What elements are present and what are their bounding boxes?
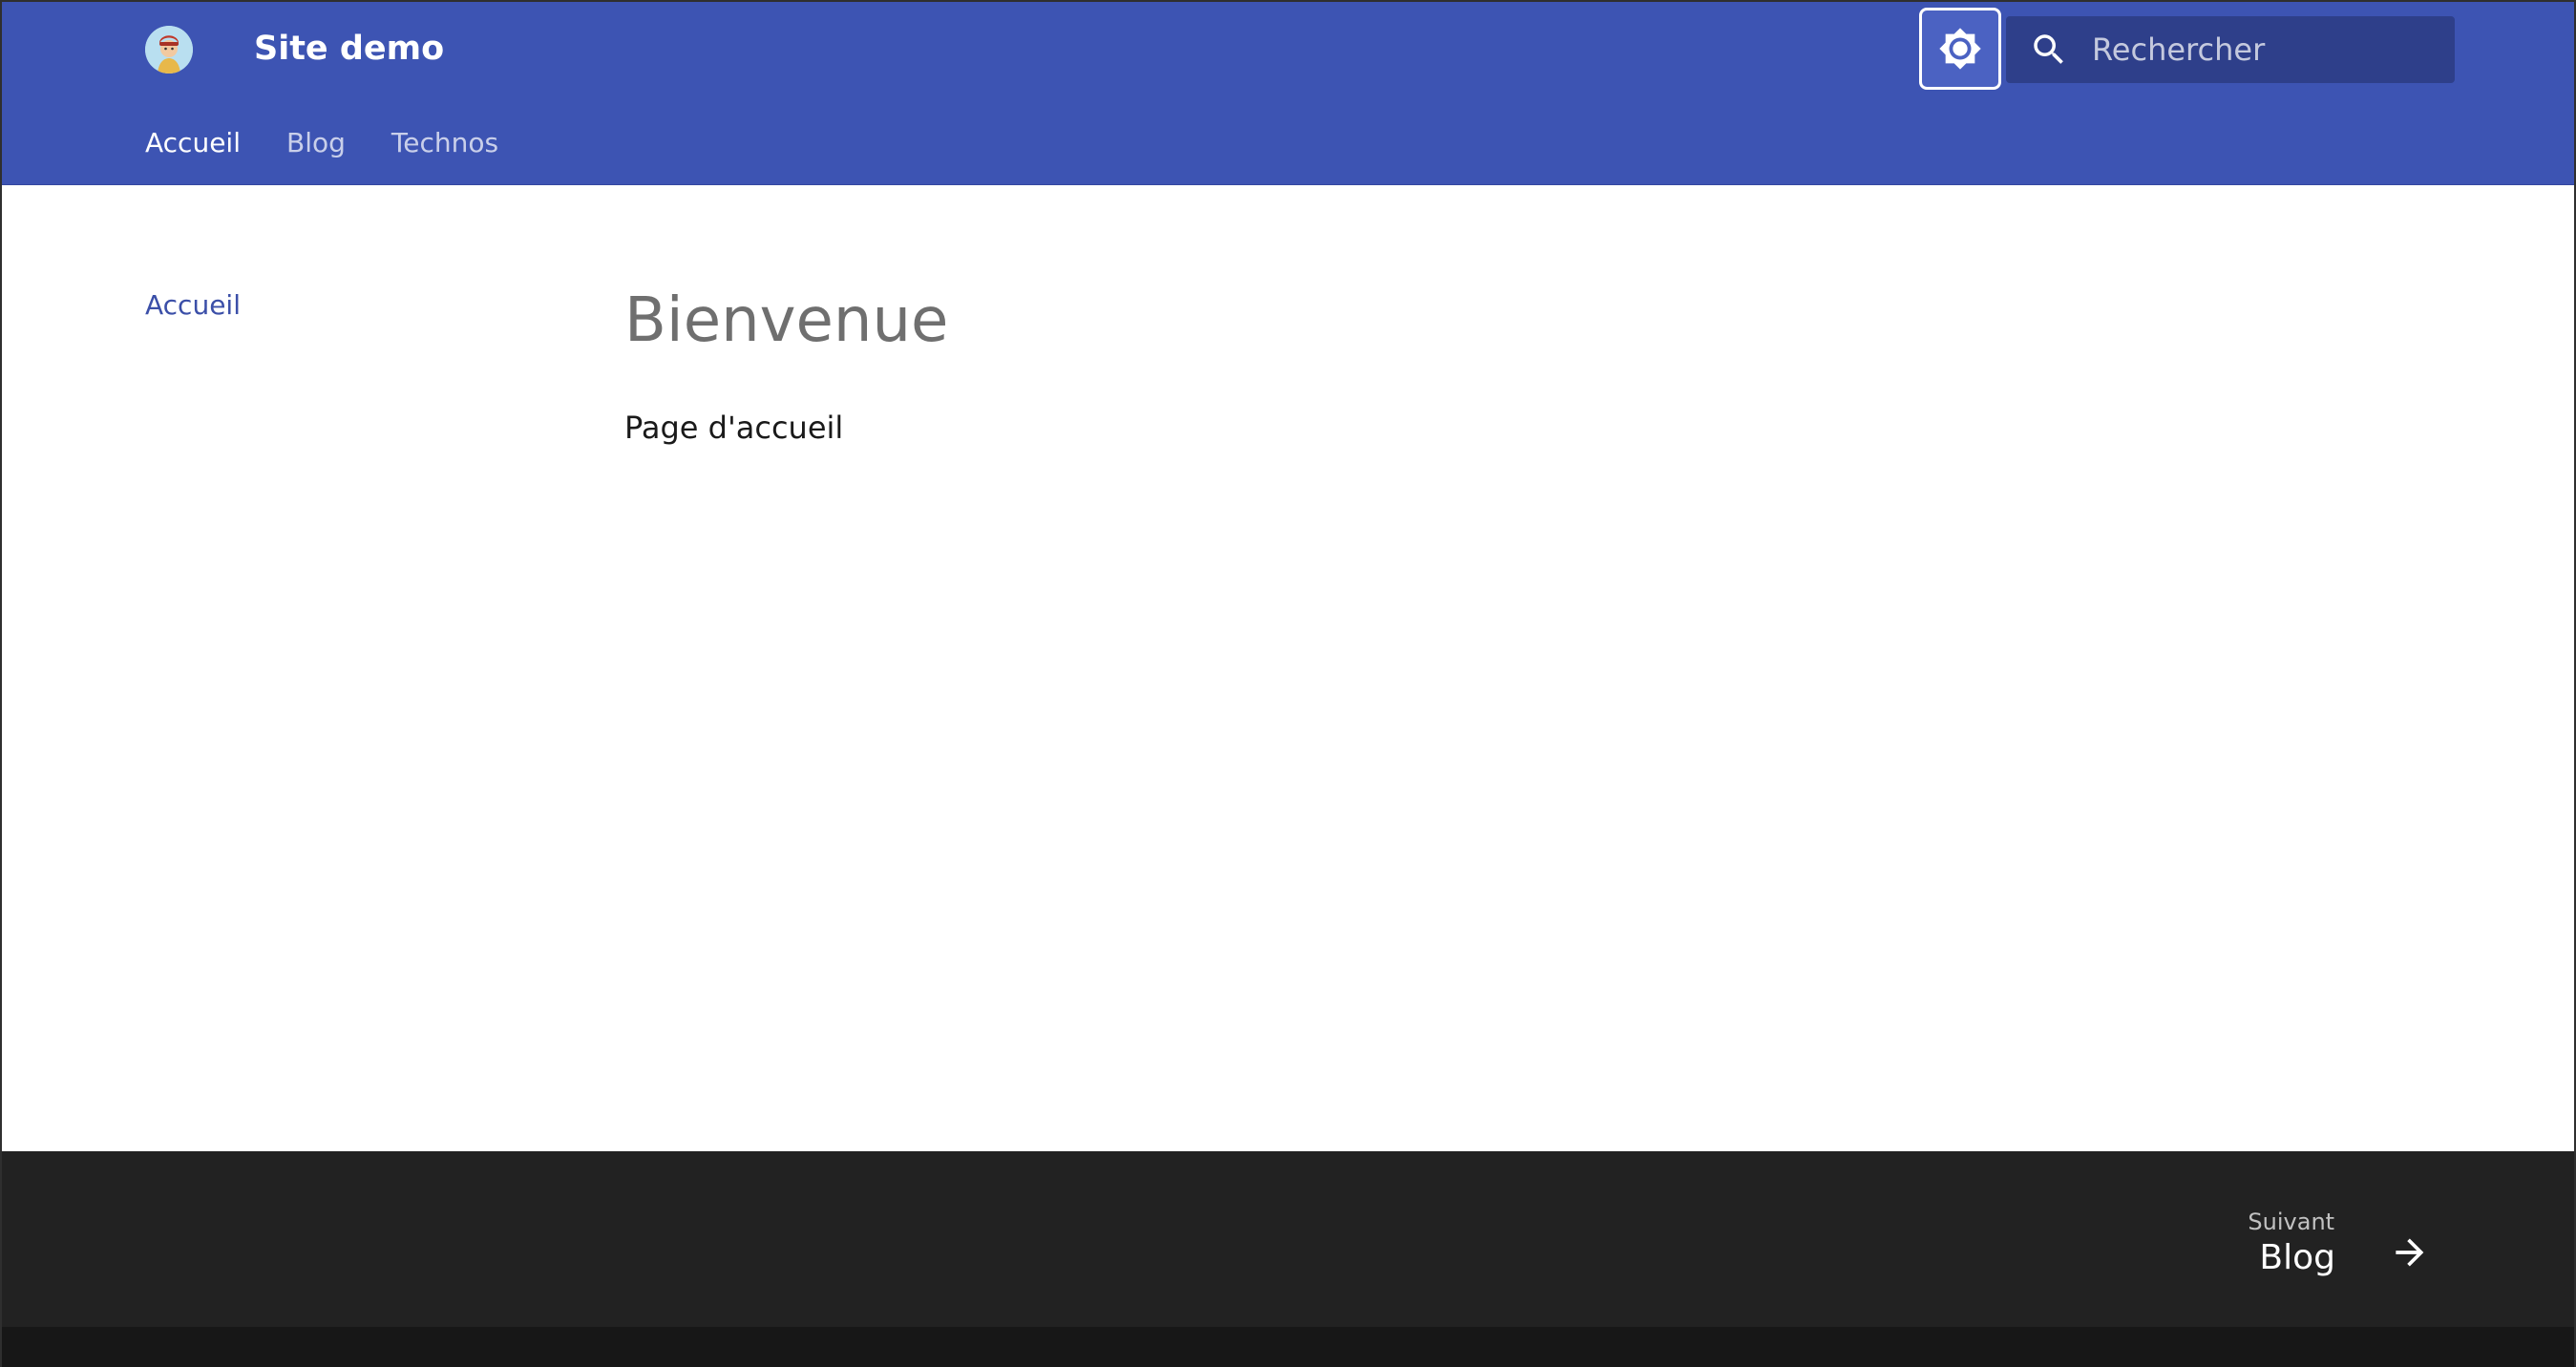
main-tabs: Accueil Blog Technos — [145, 124, 498, 162]
sidebar: Accueil — [145, 286, 241, 325]
next-title: Blog — [2259, 1238, 2335, 1277]
header: Site demo Accueil Blog Technos — [2, 0, 2574, 185]
next-page-text: Suivant Blog — [2248, 1207, 2335, 1279]
avatar-logo-icon — [145, 26, 193, 74]
sidebar-item-accueil[interactable]: Accueil — [145, 289, 241, 321]
main-content: Bienvenue Page d'accueil — [624, 283, 948, 449]
brightness-icon — [1939, 28, 1981, 70]
tab-technos[interactable]: Technos — [391, 124, 498, 162]
tab-blog[interactable]: Blog — [286, 124, 346, 162]
page-text: Page d'accueil — [624, 410, 844, 446]
tab-accueil[interactable]: Accueil — [145, 124, 241, 162]
site-logo[interactable] — [145, 26, 193, 74]
theme-toggle-button[interactable] — [1919, 8, 2001, 90]
next-page-link[interactable]: Suivant Blog — [2248, 1207, 2431, 1279]
search-icon — [2029, 30, 2069, 70]
next-caption: Suivant — [2248, 1209, 2335, 1235]
footer-meta-bar — [2, 1327, 2574, 1367]
arrow-right-icon — [2389, 1231, 2431, 1273]
footer: Suivant Blog — [2, 1151, 2574, 1327]
page: Site demo Accueil Blog Technos Accueil B… — [0, 0, 2576, 1367]
search-box[interactable] — [2006, 16, 2455, 83]
site-title[interactable]: Site demo — [254, 27, 444, 71]
search-input[interactable] — [2092, 16, 2436, 83]
page-title: Bienvenue — [624, 285, 949, 356]
